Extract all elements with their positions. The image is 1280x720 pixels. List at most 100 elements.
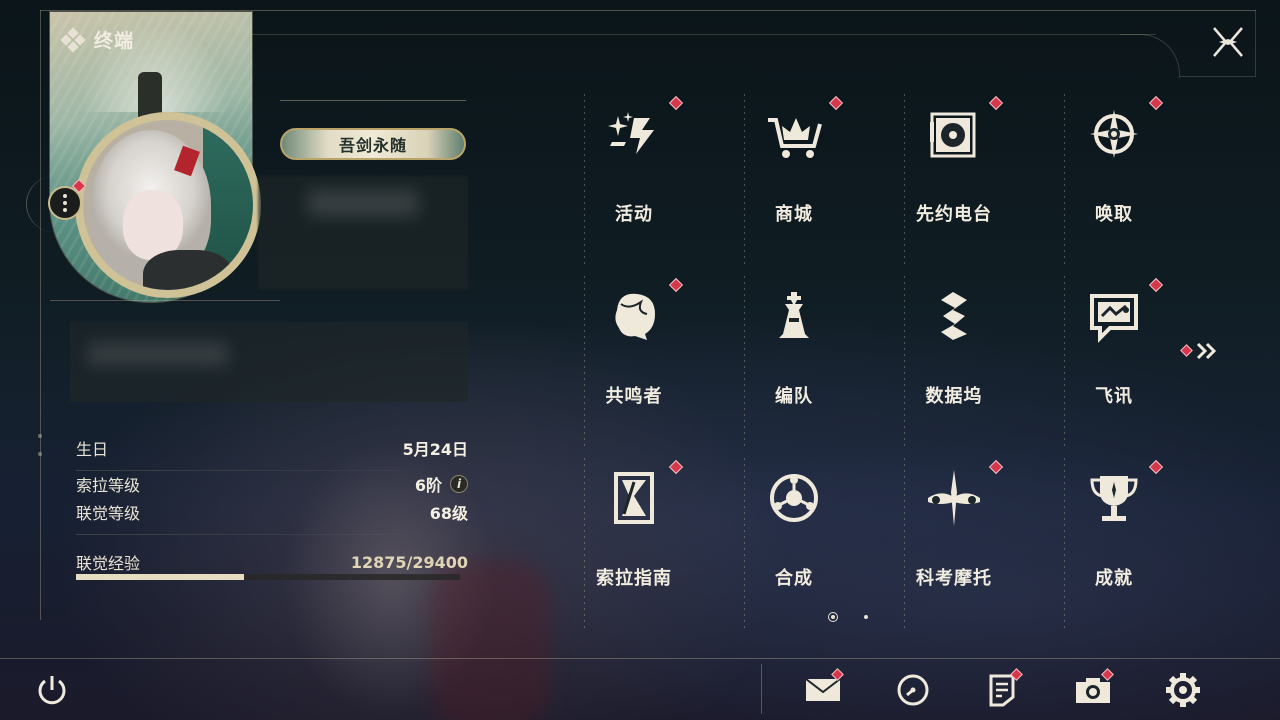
resonator-icon [604,286,664,346]
menu-item-team[interactable]: 编队 [744,276,864,436]
stat-label: 联觉等级 [76,504,141,523]
notice-dot [668,459,684,475]
frame-dot [38,434,42,438]
menu-item-label: 商城 [775,204,813,225]
stat-union-level: 联觉等级 68级 [76,500,468,524]
menu-item-shop[interactable]: 商城 [744,94,864,254]
page-dot-current[interactable] [828,612,838,622]
gear-icon [1166,673,1200,707]
menu-item-label: 飞讯 [1095,386,1133,407]
sola-level-value: 6阶 [414,476,442,495]
stat-birthday: 生日 5月24日 [76,436,468,460]
info-icon[interactable]: i [450,475,468,493]
notice-dot [668,277,684,293]
menu-item-label: 科考摩托 [916,568,992,589]
stat-value: 5月24日 [403,436,468,460]
union-exp-value: 12875/29400 [350,552,468,572]
notice-dot [988,95,1004,111]
message-icon [1084,286,1144,346]
mail-button[interactable] [801,668,845,712]
menu-item-radio[interactable]: 先约电台 [904,94,1024,254]
frame-line [40,10,1256,11]
bottom-bar-divider [761,664,762,714]
stat-value: 68级 [430,500,468,524]
page-indicator [828,612,868,622]
team-icon [764,286,824,346]
menu-item-label: 数据坞 [925,386,983,407]
notice-dot [828,95,844,111]
page-dot[interactable] [864,615,868,619]
stat-label: 联觉经验 [76,554,141,573]
guidebook-icon [604,468,664,528]
exp-progress-fill [76,574,245,580]
menu-item-label: 成就 [1095,568,1133,589]
divider [280,100,466,101]
frame-dot [38,452,42,456]
motorcycle-icon [924,468,984,528]
frame-line [1180,76,1256,77]
notes-button[interactable] [980,668,1024,712]
frame-line [40,10,41,620]
menu-item-label: 活动 [615,204,653,225]
menu-item-synthesis[interactable]: 合成 [744,458,864,618]
power-icon [38,676,66,705]
menu-item-guidebook[interactable]: 索拉指南 [584,458,704,618]
player-title: 吾剑永随 [338,136,407,155]
page-title: 终端 [94,30,135,52]
trophy-icon [1084,468,1144,528]
divider [76,470,456,471]
settings-button[interactable] [1161,668,1205,712]
more-options-button[interactable] [48,186,82,220]
close-button[interactable] [1208,24,1248,60]
notice-dot [1148,459,1164,475]
stat-value: 12875/29400 [351,553,468,572]
feature-menu-grid: 活动 商城 先约电台 唤取 共鸣者 编队 数据坞 飞讯 索拉指南 合成 科考摩托… [584,94,1168,628]
camera-button[interactable] [1071,668,1115,712]
clock-icon [897,674,929,706]
stat-union-exp: 联觉经验 12875/29400 [76,550,468,574]
clock-button[interactable] [891,668,935,712]
menu-item-convene[interactable]: 唤取 [1064,94,1184,254]
stat-label: 索拉等级 [76,476,141,495]
stat-value: 6阶 i [415,472,468,496]
menu-item-data-bank[interactable]: 数据坞 [904,276,1024,436]
redacted-signature [70,322,468,402]
menu-item-resonators[interactable]: 共鸣者 [584,276,704,436]
data-bank-icon [924,286,984,346]
exp-progress-bar [76,574,460,580]
avatar[interactable] [75,112,261,298]
divider [50,300,280,301]
notice-dot [988,459,1004,475]
notice-dot [1148,95,1164,111]
terminal-header: 终端 [60,26,135,53]
terminal-diamond-icon [60,26,86,53]
menu-item-label: 编队 [775,386,813,407]
shop-cart-icon [764,104,824,164]
next-page-button[interactable] [1180,340,1224,362]
menu-item-motorcycle[interactable]: 科考摩托 [904,458,1024,618]
double-chevron-right-icon [1196,342,1217,360]
redacted-player-info [258,176,468,290]
menu-item-achievements[interactable]: 成就 [1064,458,1184,618]
union-level-value: 68级 [429,504,468,523]
synthesis-icon [764,468,824,528]
menu-item-label: 先约电台 [916,204,992,225]
convene-icon [1084,104,1144,164]
menu-item-label: 唤取 [1095,204,1133,225]
menu-item-label: 索拉指南 [596,568,672,589]
bottom-bar-line [0,658,1280,659]
birthday-value: 5月24日 [402,440,468,459]
divider [76,534,456,535]
power-button[interactable] [30,668,74,712]
radio-icon [924,104,984,164]
menu-item-label: 共鸣者 [605,386,663,407]
player-title-badge[interactable]: 吾剑永随 [280,128,466,160]
menu-item-messages[interactable]: 飞讯 [1064,276,1184,436]
close-x-icon [1213,27,1243,57]
stat-label: 生日 [76,440,109,459]
notes-icon [989,674,1015,707]
menu-item-label: 合成 [775,568,813,589]
notice-dot [1148,277,1164,293]
frame-line [252,34,1156,35]
menu-item-events[interactable]: 活动 [584,94,704,254]
